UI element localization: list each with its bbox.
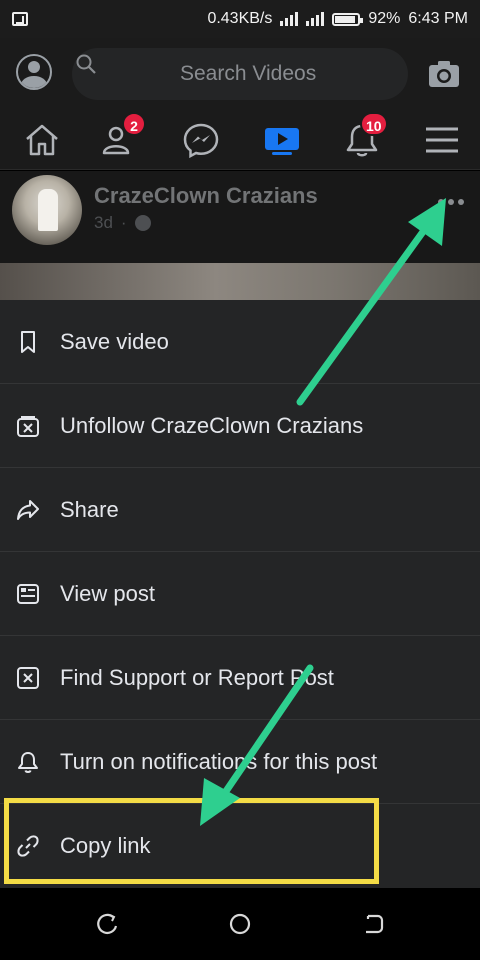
search-placeholder: Search Videos bbox=[180, 62, 317, 85]
bookmark-icon bbox=[21, 330, 35, 353]
menu-item-label: Find Support or Report Post bbox=[60, 664, 334, 690]
post-age: 3d bbox=[94, 213, 113, 232]
battery-percent: 92% bbox=[368, 10, 401, 27]
globe-icon bbox=[134, 215, 151, 231]
tab-bar: 2 10 bbox=[0, 110, 480, 170]
home-button-icon[interactable] bbox=[228, 912, 252, 936]
network-speed: 0.43KB/s bbox=[207, 10, 273, 27]
menu-item-report[interactable]: Find Support or Report Post bbox=[0, 636, 480, 720]
search-icon bbox=[76, 54, 96, 74]
post-header: CrazeClown Crazians 3d · bbox=[0, 171, 480, 263]
bell-icon bbox=[18, 751, 38, 773]
battery-icon bbox=[332, 12, 364, 26]
top-bar: Search Videos bbox=[0, 38, 480, 110]
signal-icon-2 bbox=[306, 12, 325, 26]
menu-item-notifications[interactable]: Turn on notifications for this post bbox=[0, 720, 480, 804]
notifications-badge: 10 bbox=[360, 112, 388, 136]
post-meta: 3d · bbox=[94, 213, 151, 233]
camera-icon[interactable] bbox=[428, 60, 460, 88]
menu-item-view-post[interactable]: View post bbox=[0, 552, 480, 636]
profile-avatar-icon[interactable] bbox=[16, 54, 52, 90]
post-options-sheet: Save video Unfollow CrazeClown Crazians … bbox=[0, 300, 480, 888]
author-avatar[interactable] bbox=[12, 175, 82, 245]
signal-icon bbox=[280, 12, 299, 26]
menu-item-label: Save video bbox=[60, 328, 169, 354]
link-icon bbox=[17, 835, 39, 857]
home-icon[interactable] bbox=[22, 120, 62, 160]
post-author-name[interactable]: CrazeClown Crazians bbox=[94, 183, 318, 209]
unfollow-icon bbox=[17, 415, 39, 437]
screenshot-notification-icon bbox=[12, 12, 28, 26]
menu-item-label: Share bbox=[60, 496, 119, 522]
menu-item-label: Copy link bbox=[60, 833, 151, 858]
status-bar: 0.43KB/s 92% 6:43 PM bbox=[0, 0, 480, 38]
video-thumbnail[interactable] bbox=[0, 263, 480, 300]
system-nav-bar bbox=[0, 888, 480, 960]
search-input[interactable]: Search Videos bbox=[72, 48, 408, 100]
menu-item-label: Unfollow CrazeClown Crazians bbox=[60, 412, 364, 438]
share-icon bbox=[17, 499, 39, 520]
recent-apps-icon[interactable] bbox=[96, 912, 120, 936]
view-post-icon bbox=[17, 583, 39, 604]
menu-item-label: Turn on notifications for this post bbox=[60, 748, 378, 774]
messenger-icon[interactable] bbox=[181, 120, 221, 160]
menu-item-label: View post bbox=[60, 580, 155, 606]
menu-icon[interactable] bbox=[422, 120, 462, 160]
more-options-icon[interactable] bbox=[438, 196, 468, 208]
report-icon bbox=[17, 666, 39, 689]
meta-separator: · bbox=[120, 213, 127, 232]
menu-item-share[interactable]: Share bbox=[0, 468, 480, 552]
friends-badge: 2 bbox=[122, 112, 146, 136]
menu-item-unfollow[interactable]: Unfollow CrazeClown Crazians bbox=[0, 384, 480, 468]
menu-item-copy-link[interactable]: Copy link bbox=[0, 804, 480, 888]
back-icon[interactable] bbox=[362, 912, 386, 936]
watch-icon[interactable] bbox=[262, 120, 302, 160]
menu-item-save-video[interactable]: Save video bbox=[0, 300, 480, 384]
clock: 6:43 PM bbox=[408, 10, 468, 27]
